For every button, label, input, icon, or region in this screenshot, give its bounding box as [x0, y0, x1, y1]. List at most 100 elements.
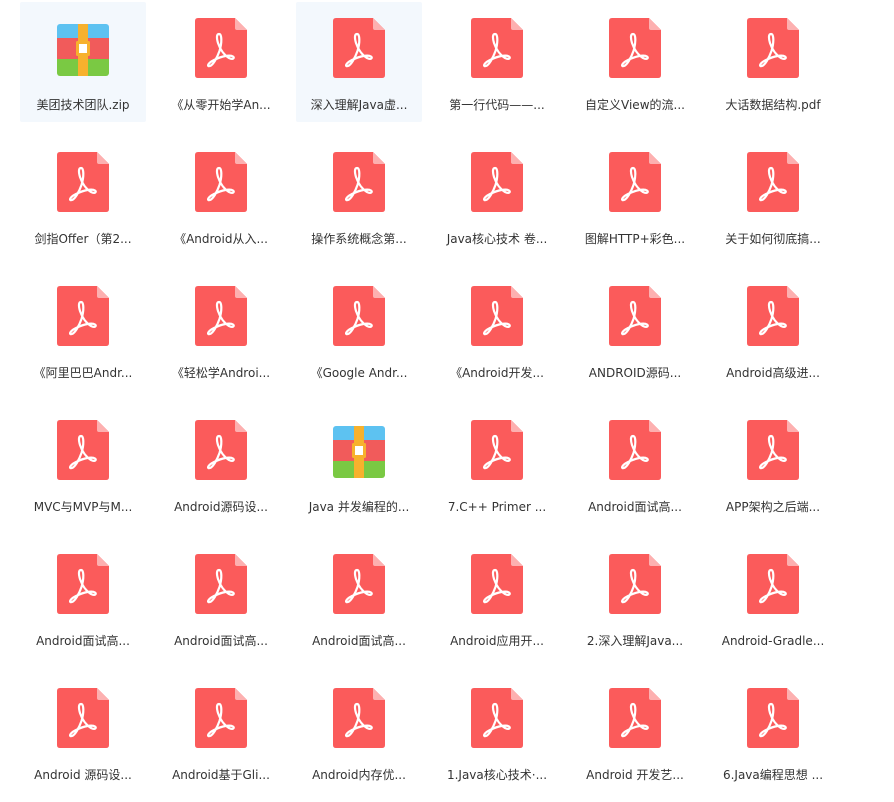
pdf-file-icon [195, 286, 247, 346]
file-item[interactable]: ANDROID源码... [572, 270, 698, 390]
file-item[interactable]: 关于如何彻底搞... [710, 136, 836, 256]
pdf-file-icon [471, 554, 523, 614]
file-name: Java 并发编程的... [308, 500, 410, 514]
file-item[interactable]: 1.Java核心技术·... [434, 672, 560, 792]
file-item[interactable]: 自定义View的流... [572, 2, 698, 122]
pdf-file-icon [747, 18, 799, 78]
file-name: Android-Gradle... [721, 634, 825, 648]
file-item[interactable]: 图解HTTP+彩色... [572, 136, 698, 256]
pdf-file-icon [333, 688, 385, 748]
file-item[interactable]: Android面试高... [572, 404, 698, 524]
file-grid: 美团技术团队.zip 《从零开始学An... 深入理解Java虚... 第一行代… [20, 2, 836, 792]
pdf-file-icon [471, 688, 523, 748]
file-item[interactable]: Android高级进... [710, 270, 836, 390]
file-name: Android 源码设... [34, 768, 132, 782]
file-item[interactable]: Android源码设... [158, 404, 284, 524]
pdf-file-icon [471, 152, 523, 212]
pdf-file-icon [747, 286, 799, 346]
file-item[interactable]: 剑指Offer（第2... [20, 136, 146, 256]
pdf-file-icon [195, 420, 247, 480]
file-item[interactable]: 7.C++ Primer ... [434, 404, 560, 524]
file-name: 《从零开始学An... [171, 98, 271, 112]
file-item[interactable]: Android内存优... [296, 672, 422, 792]
file-item[interactable]: 操作系统概念第... [296, 136, 422, 256]
file-item[interactable]: 大话数据结构.pdf [710, 2, 836, 122]
pdf-file-icon [747, 420, 799, 480]
pdf-file-icon [333, 18, 385, 78]
file-name: Android基于Gli... [172, 768, 270, 782]
pdf-file-icon [609, 554, 661, 614]
file-item[interactable]: MVC与MVP与M... [20, 404, 146, 524]
file-item[interactable]: 《Android开发... [434, 270, 560, 390]
pdf-file-icon [747, 554, 799, 614]
file-name: 《Android从入... [174, 232, 268, 246]
file-item[interactable]: 《从零开始学An... [158, 2, 284, 122]
pdf-file-icon [333, 152, 385, 212]
file-name: 《Android开发... [450, 366, 544, 380]
zip-archive-icon [57, 24, 109, 76]
file-item[interactable]: 《Google Andr... [296, 270, 422, 390]
pdf-file-icon [471, 286, 523, 346]
file-item[interactable]: Android 开发艺... [572, 672, 698, 792]
pdf-file-icon [57, 688, 109, 748]
file-item[interactable]: Android面试高... [20, 538, 146, 658]
pdf-file-icon [333, 554, 385, 614]
file-item[interactable]: 《Android从入... [158, 136, 284, 256]
pdf-file-icon [609, 688, 661, 748]
file-name: Android应用开... [450, 634, 544, 648]
file-item[interactable]: 《阿里巴巴Andr... [20, 270, 146, 390]
pdf-file-icon [609, 286, 661, 346]
file-name: 6.Java编程思想 ... [722, 768, 824, 782]
file-item[interactable]: 《轻松学Androi... [158, 270, 284, 390]
file-name: ANDROID源码... [588, 366, 682, 380]
file-name: Android源码设... [174, 500, 268, 514]
file-name: 7.C++ Primer ... [447, 500, 547, 514]
file-item[interactable]: Java核心技术 卷... [434, 136, 560, 256]
file-item[interactable]: Android-Gradle... [710, 538, 836, 658]
zip-archive-icon [333, 426, 385, 478]
file-item[interactable]: Android基于Gli... [158, 672, 284, 792]
file-item[interactable]: 美团技术团队.zip [20, 2, 146, 122]
file-name: 《阿里巴巴Andr... [33, 366, 133, 380]
file-name: MVC与MVP与M... [33, 500, 133, 514]
pdf-file-icon [57, 152, 109, 212]
file-name: Android面试高... [36, 634, 130, 648]
pdf-file-icon [57, 286, 109, 346]
file-item[interactable]: 深入理解Java虚... [296, 2, 422, 122]
file-name: 图解HTTP+彩色... [584, 232, 686, 246]
file-item[interactable]: Android应用开... [434, 538, 560, 658]
pdf-file-icon [195, 152, 247, 212]
file-item[interactable]: 2.深入理解Java... [572, 538, 698, 658]
pdf-file-icon [609, 420, 661, 480]
file-name: Android 开发艺... [586, 768, 684, 782]
file-item[interactable]: 第一行代码——... [434, 2, 560, 122]
file-name: 操作系统概念第... [311, 232, 407, 246]
file-item[interactable]: Android 源码设... [20, 672, 146, 792]
file-item[interactable]: Java 并发编程的... [296, 404, 422, 524]
file-name: APP架构之后端... [725, 500, 821, 514]
file-name: 1.Java核心技术·... [446, 768, 548, 782]
pdf-file-icon [747, 688, 799, 748]
pdf-file-icon [609, 18, 661, 78]
file-item[interactable]: APP架构之后端... [710, 404, 836, 524]
file-name: Java核心技术 卷... [446, 232, 548, 246]
pdf-file-icon [471, 420, 523, 480]
file-item[interactable]: 6.Java编程思想 ... [710, 672, 836, 792]
file-item[interactable]: Android面试高... [296, 538, 422, 658]
file-name: 第一行代码——... [449, 98, 545, 112]
file-name: Android内存优... [312, 768, 406, 782]
pdf-file-icon [195, 18, 247, 78]
file-name: 2.深入理解Java... [586, 634, 684, 648]
file-name: 大话数据结构.pdf [725, 98, 821, 112]
file-name: Android面试高... [174, 634, 268, 648]
file-name: 《轻松学Androi... [171, 366, 271, 380]
file-name: 自定义View的流... [585, 98, 685, 112]
file-name: Android面试高... [588, 500, 682, 514]
pdf-file-icon [747, 152, 799, 212]
file-name: 关于如何彻底搞... [725, 232, 821, 246]
file-name: 深入理解Java虚... [310, 98, 408, 112]
pdf-file-icon [471, 18, 523, 78]
file-item[interactable]: Android面试高... [158, 538, 284, 658]
file-name: 美团技术团队.zip [36, 98, 130, 112]
file-name: Android高级进... [726, 366, 820, 380]
